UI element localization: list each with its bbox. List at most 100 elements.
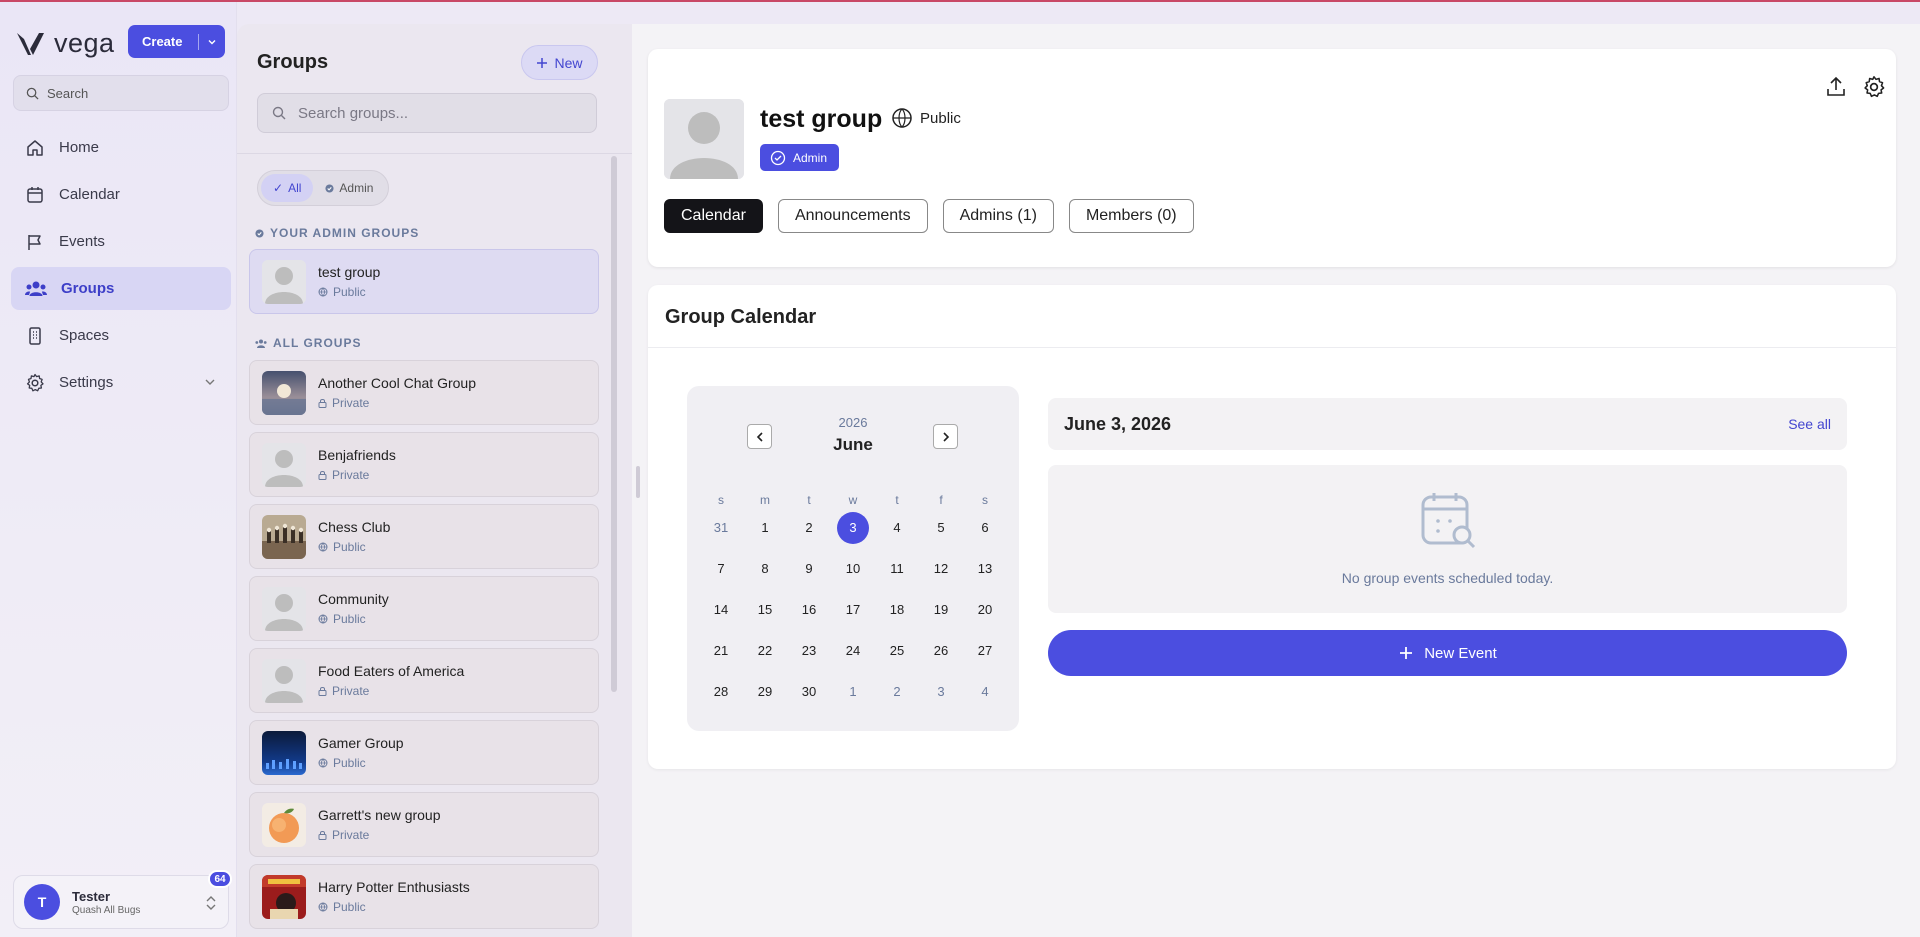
- list-item[interactable]: Harry Potter Enthusiasts Public: [249, 864, 599, 929]
- calendar-day[interactable]: 20: [969, 594, 1001, 626]
- new-event-button[interactable]: New Event: [1048, 630, 1847, 676]
- nav-item-groups[interactable]: Groups: [11, 267, 231, 310]
- share-icon[interactable]: [1824, 75, 1848, 99]
- group-detail: test group Public Admin Calendar Announc…: [632, 24, 1920, 937]
- calendar-day[interactable]: 28: [705, 676, 737, 708]
- group-visibility: Private: [318, 396, 476, 410]
- window-top-border: [0, 0, 1920, 2]
- nav-item-label: Calendar: [59, 186, 120, 203]
- calendar-day[interactable]: 16: [793, 594, 825, 626]
- calendar-day[interactable]: 17: [837, 594, 869, 626]
- calendar-day[interactable]: 3: [925, 676, 957, 708]
- create-dropdown-toggle[interactable]: [199, 37, 225, 47]
- list-item[interactable]: Gamer Group Public: [249, 720, 599, 785]
- divider: [648, 347, 1896, 348]
- role-badge: Admin: [760, 144, 840, 171]
- calendar-day[interactable]: 8: [749, 553, 781, 585]
- building-icon: [29, 326, 41, 345]
- group-name: test group: [318, 264, 381, 280]
- groups-search[interactable]: [257, 93, 597, 133]
- calendar-month: June: [833, 435, 873, 454]
- gear-icon[interactable]: [1862, 75, 1886, 99]
- calendar-day[interactable]: 14: [705, 594, 737, 626]
- calendar-day[interactable]: 30: [793, 676, 825, 708]
- groups-search-input[interactable]: [298, 104, 588, 122]
- calendar-day[interactable]: 25: [881, 635, 913, 667]
- nav-search[interactable]: [13, 75, 229, 111]
- lock-icon: [318, 471, 327, 480]
- nav-item-home[interactable]: Home: [11, 126, 231, 169]
- tab-members[interactable]: Members (0): [1068, 199, 1194, 233]
- list-item[interactable]: Chess Club Public: [249, 504, 599, 569]
- nav-search-input[interactable]: [47, 85, 217, 101]
- group-text: Garrett's new group Private: [318, 807, 441, 842]
- night-city-photo-icon: [262, 730, 306, 775]
- next-month-button[interactable]: [933, 424, 958, 449]
- nav-item-events[interactable]: Events: [11, 220, 231, 263]
- list-item[interactable]: Community Public: [249, 576, 599, 641]
- calendar-day[interactable]: 1: [837, 676, 869, 708]
- calendar-day[interactable]: 18: [881, 594, 913, 626]
- calendar-day[interactable]: 4: [969, 676, 1001, 708]
- calendar-day[interactable]: 24: [837, 635, 869, 667]
- calendar-day[interactable]: 11: [881, 553, 913, 585]
- group-visibility: Public: [318, 285, 380, 299]
- calendar-day[interactable]: 19: [925, 594, 957, 626]
- group-thumbnail: [262, 658, 306, 703]
- calendar-day[interactable]: 7: [705, 553, 737, 585]
- calendar-day[interactable]: 23: [793, 635, 825, 667]
- list-item[interactable]: Another Cool Chat Group Private: [249, 360, 599, 425]
- calendar-day[interactable]: 1: [749, 512, 781, 544]
- nav-item-calendar[interactable]: Calendar: [11, 173, 231, 216]
- create-button[interactable]: Create: [128, 25, 225, 58]
- home-icon: [27, 139, 43, 156]
- calendar-day[interactable]: 27: [969, 635, 1001, 667]
- calendar-day[interactable]: 26: [925, 635, 957, 667]
- default-avatar-icon: [262, 658, 306, 703]
- visibility-label: Public: [333, 900, 366, 914]
- brand[interactable]: vega: [16, 28, 115, 59]
- calendar-day[interactable]: 13: [969, 553, 1001, 585]
- vega-logo-icon: [17, 32, 44, 55]
- filter-all[interactable]: ✓ All: [261, 174, 314, 202]
- panel-resize-handle[interactable]: [636, 466, 640, 498]
- calendar-day[interactable]: 29: [749, 676, 781, 708]
- calendar-day[interactable]: 2: [793, 512, 825, 544]
- new-group-button[interactable]: New: [521, 45, 598, 80]
- empty-state-message: No group events scheduled today.: [1341, 570, 1554, 586]
- calendar-search-icon: [1421, 493, 1476, 549]
- calendar-day[interactable]: 5: [925, 512, 957, 544]
- check-circle-icon: [770, 150, 786, 165]
- search-icon: [26, 87, 39, 100]
- tab-announcements[interactable]: Announcements: [777, 199, 928, 233]
- calendar-day[interactable]: 6: [969, 512, 1001, 544]
- scroll-thumb[interactable]: [611, 156, 617, 692]
- selected-day-header: June 3, 2026 See all: [1048, 398, 1847, 450]
- see-all-link[interactable]: See all: [1788, 416, 1831, 432]
- calendar-day[interactable]: 21: [705, 635, 737, 667]
- calendar-day[interactable]: 4: [881, 512, 913, 544]
- calendar-day[interactable]: 9: [793, 553, 825, 585]
- filter-admin[interactable]: Admin: [313, 174, 385, 202]
- tab-admins[interactable]: Admins (1): [942, 199, 1054, 233]
- list-item[interactable]: Benjafriends Private: [249, 432, 599, 497]
- group-name: Harry Potter Enthusiasts: [318, 879, 470, 895]
- tab-calendar[interactable]: Calendar: [664, 199, 763, 233]
- group-visibility: Public: [318, 612, 389, 626]
- calendar-day-selected[interactable]: 3: [837, 512, 869, 544]
- user-switcher[interactable]: T Tester Quash All Bugs 64: [13, 870, 232, 929]
- calendar-day[interactable]: 22: [749, 635, 781, 667]
- calendar-day[interactable]: 15: [749, 594, 781, 626]
- calendar-day[interactable]: 2: [881, 676, 913, 708]
- nav-item-settings[interactable]: Settings: [11, 361, 231, 404]
- list-item[interactable]: Food Eaters of America Private: [249, 648, 599, 713]
- users-icon: [255, 339, 267, 348]
- check-circle-icon: [255, 228, 264, 238]
- calendar-day[interactable]: 12: [925, 553, 957, 585]
- nav-item-spaces[interactable]: Spaces: [11, 314, 231, 357]
- list-item[interactable]: test group Public: [249, 249, 599, 314]
- calendar-day[interactable]: 10: [837, 553, 869, 585]
- list-item[interactable]: Garrett's new group Private: [249, 792, 599, 857]
- groups-scrollbar[interactable]: [609, 154, 619, 937]
- calendar-day[interactable]: 31: [705, 512, 737, 544]
